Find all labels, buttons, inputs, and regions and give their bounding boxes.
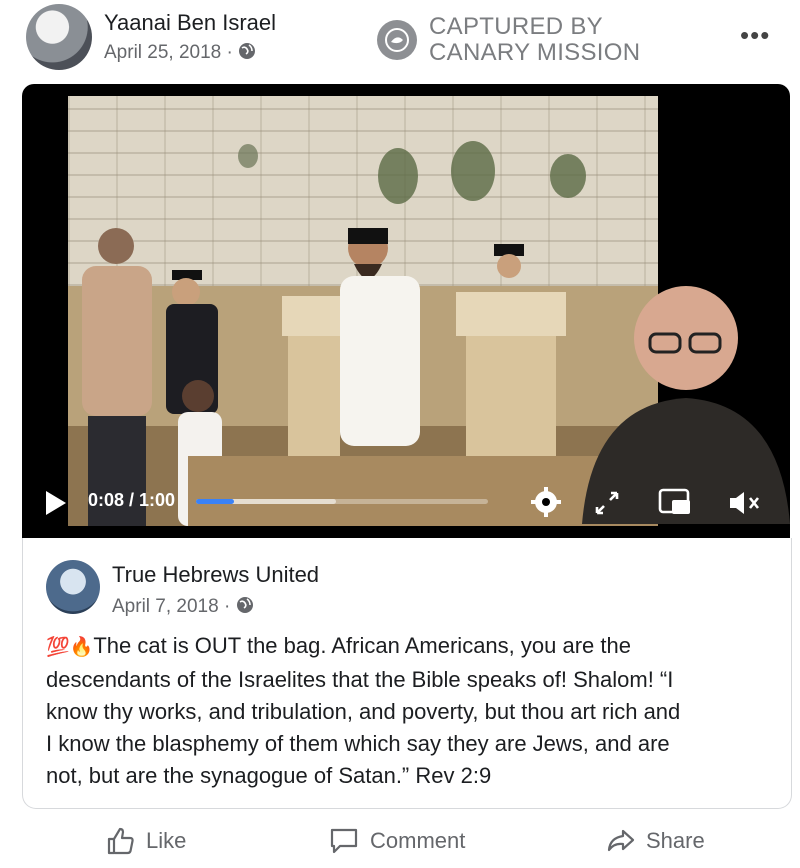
video-progress-bar	[196, 499, 234, 504]
author-name[interactable]: Yaanai Ben Israel	[104, 10, 276, 36]
video-player[interactable]: 0:08 / 1:00	[22, 84, 790, 538]
text-line-3: know thy works, and tribulation, and pov…	[46, 699, 681, 724]
video-controls: 0:08 / 1:00	[22, 482, 790, 522]
thumbs-up-icon	[107, 827, 134, 855]
mute-icon[interactable]	[728, 490, 762, 516]
canary-bird-icon	[385, 28, 409, 52]
text-line-1: 💯🔥The cat is OUT the bag. African Americ…	[46, 630, 776, 664]
comment-button[interactable]: Comment	[328, 826, 465, 856]
post-date-text[interactable]: April 25, 2018 ·	[104, 42, 233, 63]
play-icon[interactable]	[44, 490, 68, 516]
text-line-5: not, but are the synagogue of Satan.” Re…	[46, 763, 492, 788]
comment-label: Comment	[370, 828, 466, 853]
canary-mission-logo	[377, 20, 417, 60]
globe-icon	[239, 43, 256, 59]
globe-icon	[236, 597, 253, 613]
hundred-fire-emoji: 💯🔥	[46, 637, 94, 658]
video-time: 0:08 / 1:00	[88, 490, 176, 510]
post-date: April 25, 2018 ·	[104, 42, 256, 64]
text-line-1-content: The cat is OUT the bag. African American…	[93, 633, 631, 658]
like-button[interactable]: Like	[106, 826, 186, 856]
shared-post-date: April 7, 2018 ·	[112, 596, 254, 618]
share-button[interactable]: Share	[606, 826, 705, 856]
share-label: Share	[646, 828, 705, 853]
shared-post-date-text[interactable]: April 7, 2018 ·	[112, 596, 230, 617]
picture-in-picture-icon[interactable]	[658, 488, 692, 516]
comment-bubble-icon	[330, 828, 358, 854]
captured-by-badge: CAPTURED BY CANARY MISSION	[429, 14, 640, 66]
settings-gear-icon[interactable]	[530, 486, 562, 518]
like-label: Like	[146, 828, 187, 853]
text-line-2: descendants of the Israelites that the B…	[46, 667, 674, 692]
badge-line-2: CANARY MISSION	[429, 39, 641, 66]
badge-line-1: CAPTURED BY	[429, 13, 603, 40]
shared-post-text: 💯🔥The cat is OUT the bag. African Americ…	[46, 630, 776, 792]
shared-author-name[interactable]: True Hebrews United	[112, 562, 319, 588]
shared-author-avatar[interactable]	[46, 560, 100, 614]
more-options-icon[interactable]: •••	[740, 20, 770, 51]
author-avatar[interactable]	[26, 4, 92, 70]
video-scrubber[interactable]	[196, 499, 488, 504]
share-arrow-icon	[607, 829, 635, 852]
text-line-4: I know the blasphemy of them which say t…	[46, 731, 670, 756]
fullscreen-icon[interactable]	[594, 490, 620, 516]
